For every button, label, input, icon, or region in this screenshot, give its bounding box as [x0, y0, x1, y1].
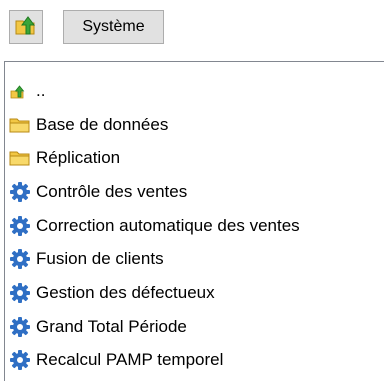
list-item-recalcul-pamp-temporel[interactable]: Recalcul PAMP temporel — [9, 344, 300, 378]
list-item-base-de-donnees[interactable]: Base de données — [9, 108, 300, 142]
file-list[interactable]: .. Base de données Réplication Contrôle … — [4, 61, 384, 381]
folder-up-button[interactable] — [9, 10, 43, 44]
gear-icon — [9, 349, 35, 371]
parent-folder-icon — [9, 80, 35, 102]
list-item-label: .. — [36, 80, 46, 100]
folder-icon — [9, 114, 35, 136]
folder-up-icon — [14, 13, 38, 42]
list-item-label: Réplication — [36, 148, 121, 168]
folder-icon — [9, 147, 35, 169]
list-item-label: Fusion de clients — [36, 249, 164, 269]
list-item-gestion-des-defectueux[interactable]: Gestion des défectueux — [9, 276, 300, 310]
gear-icon — [9, 282, 35, 304]
current-path-label: Système — [82, 18, 145, 35]
list-item-label: Contrôle des ventes — [36, 181, 188, 201]
gear-icon — [9, 248, 35, 270]
list-item-controle-des-ventes[interactable]: Contrôle des ventes — [9, 175, 300, 209]
gear-icon — [9, 215, 35, 237]
list-item-label: Recalcul PAMP temporel — [36, 350, 224, 370]
list-item-replication[interactable]: Réplication — [9, 141, 300, 175]
list-item-label: Gestion des défectueux — [36, 282, 215, 302]
list-item-correction-automatique[interactable]: Correction automatique des ventes — [9, 209, 300, 243]
gear-icon — [9, 316, 35, 338]
list-item-label: Grand Total Période — [36, 316, 187, 336]
list-item-label: Correction automatique des ventes — [36, 215, 300, 235]
current-path-button[interactable]: Système — [63, 10, 164, 44]
toolbar: Système — [0, 0, 384, 52]
list-item-grand-total-periode[interactable]: Grand Total Période — [9, 310, 300, 344]
gear-icon — [9, 181, 35, 203]
list-item-label: Base de données — [36, 114, 169, 134]
list-item-fusion-de-clients[interactable]: Fusion de clients — [9, 242, 300, 276]
list-item-parent[interactable]: .. — [9, 74, 300, 108]
